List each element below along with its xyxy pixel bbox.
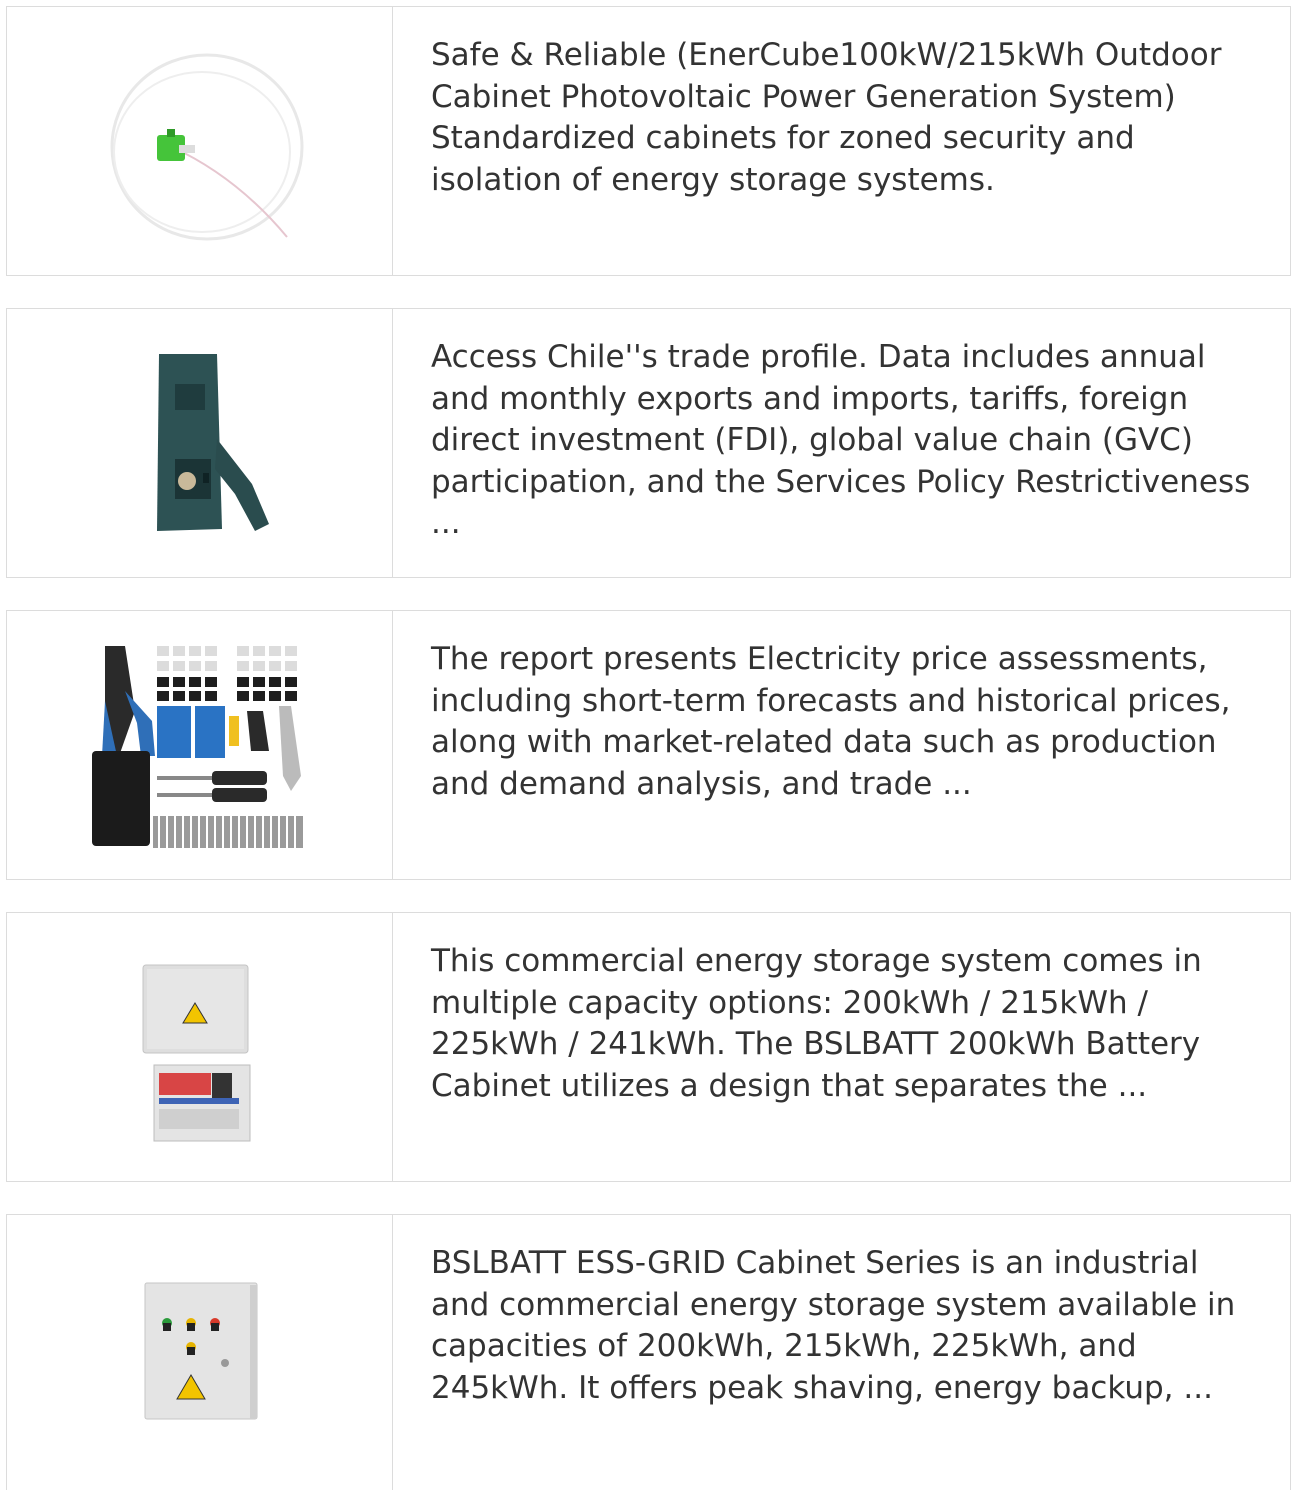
item-description[interactable]: BSLBATT ESS-GRID Cabinet Series is an in… [393,1215,1290,1490]
list-item[interactable]: Access Chile''s trade profile. Data incl… [6,308,1291,578]
electrical-cabinet-image[interactable] [7,1215,393,1490]
list-item[interactable]: BSLBATT ESS-GRID Cabinet Series is an in… [6,1214,1291,1490]
item-description[interactable]: The report presents Electricity price as… [393,611,1290,879]
list-item[interactable]: Safe & Reliable (EnerCube100kW/215kWh Ou… [6,6,1291,276]
item-description[interactable]: This commercial energy storage system co… [393,913,1290,1181]
network-tool-kit-image[interactable] [7,611,393,879]
fiber-pigtail-image[interactable] [7,7,393,275]
item-description[interactable]: Safe & Reliable (EnerCube100kW/215kWh Ou… [393,7,1290,275]
list-item[interactable]: This commercial energy storage system co… [6,912,1291,1182]
list-item[interactable]: The report presents Electricity price as… [6,610,1291,880]
crimping-tool-image[interactable] [7,309,393,577]
item-description[interactable]: Access Chile''s trade profile. Data incl… [393,309,1290,577]
pv-combiner-box-image[interactable] [7,913,393,1181]
